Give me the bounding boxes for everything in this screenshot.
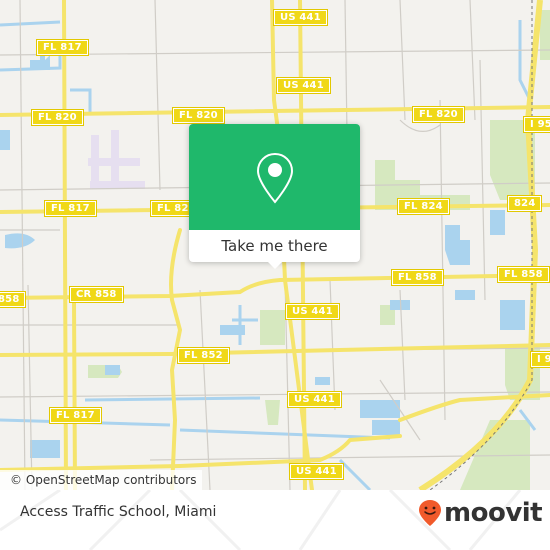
place-name: Access Traffic School, Miami bbox=[20, 504, 217, 520]
road-label: FL 820 bbox=[172, 107, 225, 124]
moovit-smiley-pin-icon bbox=[419, 500, 441, 526]
moovit-wordmark: moovit bbox=[444, 498, 543, 528]
road-label: FL 820 bbox=[412, 106, 465, 123]
road-label: FL 817 bbox=[36, 39, 89, 56]
road-label: CR 858 bbox=[69, 286, 124, 303]
moovit-logo[interactable]: moovit bbox=[418, 498, 543, 528]
road-label: I 95 bbox=[523, 116, 550, 133]
road-label: US 441 bbox=[287, 391, 342, 408]
map-pin-icon bbox=[256, 152, 294, 204]
map-attribution[interactable]: © OpenStreetMap contributors bbox=[0, 470, 203, 490]
take-me-there-button[interactable]: Take me there bbox=[189, 230, 360, 262]
footer-bar: Access Traffic School, Miami moovit bbox=[0, 490, 550, 550]
road-label: US 441 bbox=[285, 303, 340, 320]
airport bbox=[88, 130, 145, 189]
road-label: FL 817 bbox=[44, 200, 97, 217]
map-view[interactable]: FL 817 US 441 US 441 FL 820 FL 820 FL 82… bbox=[0, 0, 550, 490]
road-label: US 441 bbox=[276, 77, 331, 94]
road-label: US 441 bbox=[273, 9, 328, 26]
road-label: FL 824 bbox=[397, 198, 450, 215]
road-label: FL 852 bbox=[177, 347, 230, 364]
road-label: 824 bbox=[506, 195, 543, 212]
road-label: I 95 bbox=[530, 351, 550, 368]
road-label: FL 817 bbox=[49, 407, 102, 424]
location-popup[interactable]: Take me there bbox=[189, 124, 360, 269]
road-label: US 441 bbox=[289, 463, 344, 480]
road-label: 858 bbox=[0, 291, 27, 308]
popup-pointer bbox=[267, 261, 283, 269]
road-label: FL 820 bbox=[31, 109, 84, 126]
road-label: FL 858 bbox=[391, 269, 444, 286]
road-label: FL 858 bbox=[497, 266, 550, 283]
popup-header bbox=[189, 124, 360, 230]
